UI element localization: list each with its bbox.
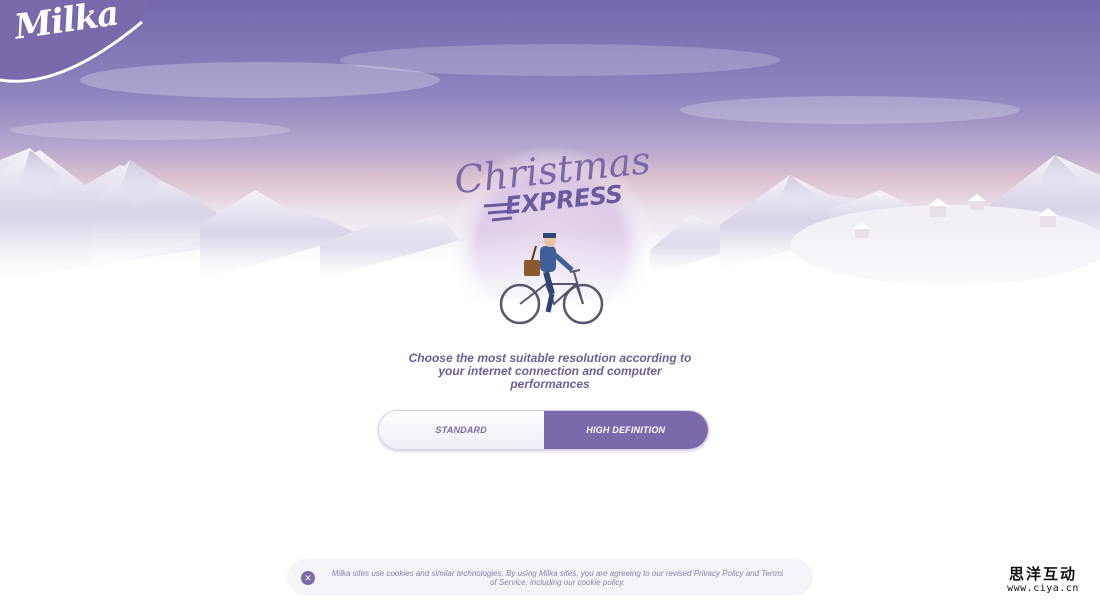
watermark-url: www.ciya.cn	[1007, 583, 1079, 594]
resolution-prompt: Choose the most suitable resolution acco…	[408, 351, 692, 391]
cyclist-illustration	[499, 233, 604, 325]
page: Milka Christmas EXPRESS Choose the most …	[0, 0, 1100, 603]
close-icon[interactable]: ✕	[301, 571, 315, 585]
cookie-banner: ✕ Milka sites use cookies and similar te…	[288, 560, 812, 594]
logo[interactable]: Milka	[0, 0, 150, 90]
high-definition-button[interactable]: HIGH DEFINITION	[543, 411, 708, 449]
standard-button[interactable]: STANDARD	[379, 411, 544, 449]
resolution-toggle: STANDARD HIGH DEFINITION	[378, 410, 709, 450]
cookie-text: Milka sites use cookies and similar tech…	[331, 569, 784, 587]
watermark-name: 思洋互动	[1008, 565, 1077, 583]
watermark: 思洋互动 www.ciya.cn	[990, 566, 1096, 595]
